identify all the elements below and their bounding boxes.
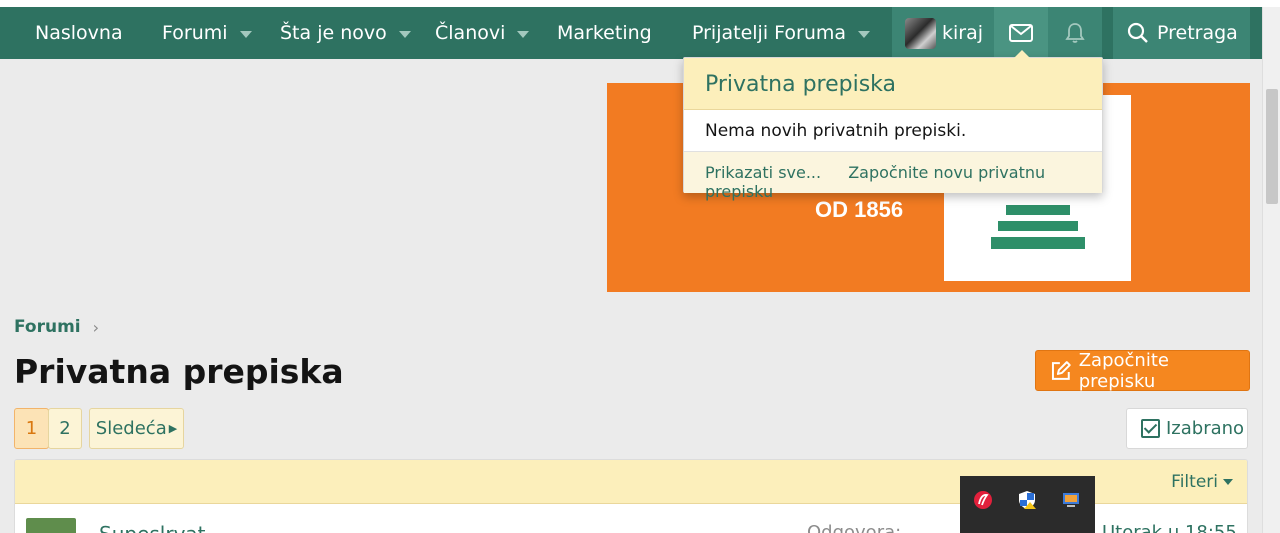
security-shield-icon[interactable] [1017,490,1037,510]
menu-pointer [1014,50,1030,58]
nav-marketing[interactable]: Marketing [557,7,652,59]
filters-label: Filteri [1171,472,1218,492]
nav-whats-new[interactable]: Šta je novo [280,7,411,59]
nav-whats-new-label: Šta je novo [280,22,387,44]
nav-marketing-label: Marketing [557,22,652,44]
caret-right-icon: ▶ [168,422,178,435]
search-icon [1127,22,1148,43]
scrollbar-thumb[interactable] [1266,89,1278,204]
breadcrumb: Forumi › [14,317,99,337]
chevron-down-icon[interactable] [517,30,530,38]
username: kiraj [942,22,984,44]
page-link-2[interactable]: 2 [48,408,82,449]
nav-forums-label: Forumi [162,22,228,44]
nav-friends[interactable]: Prijatelji Foruma [692,7,871,59]
antivirus-icon[interactable] [973,490,993,510]
alerts-button[interactable] [1048,7,1102,59]
page-scrollbar[interactable] [1262,7,1280,533]
checkbox-icon [1141,419,1160,438]
system-tray-popup [960,476,1095,533]
main-navigation: Naslovna Forumi Šta je novo Članovi Mark… [0,7,1262,59]
search-label: Pretraga [1157,22,1238,44]
nav-members[interactable]: Članovi [435,7,530,59]
page-link-1[interactable]: 1 [14,408,49,449]
chevron-down-icon [1223,479,1233,485]
envelope-icon [1009,24,1033,42]
browser-top-strip [0,0,1280,7]
select-label: Izabrano [1166,418,1245,439]
breadcrumb-forums[interactable]: Forumi [14,317,81,337]
nav-forums[interactable]: Forumi [162,7,252,59]
menu-empty-message: Nema novih privatnih prepiski. [684,110,1102,152]
logo-stripe [1006,205,1070,215]
select-button[interactable]: Izabrano [1126,408,1248,449]
chevron-down-icon[interactable] [858,30,871,38]
conversation-title[interactable]: Supeslrvat [99,522,206,533]
nav-members-label: Članovi [435,22,506,44]
menu-header: Privatna prepiska [684,58,1102,110]
banner-text: OD 1856 [815,197,904,222]
show-all-link[interactable]: Prikazati sve... [705,163,821,182]
filters-dropdown[interactable]: Filteri [1171,472,1233,492]
bell-icon [1065,23,1085,43]
start-conversation-label: Započnite prepisku [1078,349,1169,392]
page-title: Privatna prepiska [14,352,344,391]
search-button[interactable]: Pretraga [1113,7,1250,59]
next-page-button[interactable]: Sledeća ▶ [89,408,184,449]
start-conversation-button[interactable]: Započnite prepisku [1035,349,1250,392]
chevron-down-icon[interactable] [239,30,252,38]
nav-home-label: Naslovna [35,22,123,44]
logo-stripe [991,237,1085,249]
private-messages-menu: Privatna prepiska Nema novih privatnih p… [683,50,1103,201]
next-page-label: Sledeća [95,418,167,439]
conversation-date[interactable]: Utorak u 18:55 [1102,522,1237,533]
chevron-down-icon[interactable] [398,30,411,38]
display-icon[interactable] [1061,490,1081,510]
conversation-avatar[interactable] [26,518,76,533]
chevron-right-icon: › [92,317,100,337]
nav-account[interactable]: kiraj [892,7,994,59]
nav-home[interactable]: Naslovna [35,7,123,59]
nav-friends-label: Prijatelji Foruma [692,22,847,44]
menu-footer: Prikazati sve... Započnite novu privatnu… [684,152,1102,201]
conversation-replies-label: Odgovora: [807,522,902,533]
logo-stripe [998,221,1078,231]
pencil-square-icon [1051,360,1071,380]
avatar [905,17,936,49]
